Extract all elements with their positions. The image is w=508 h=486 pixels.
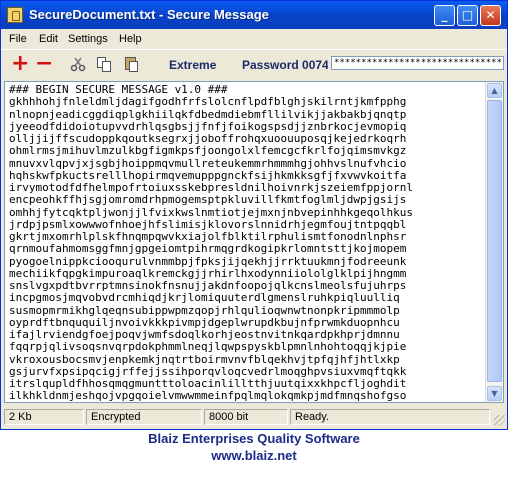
text-line: ohmlrmsjmihuvlmzulkbgfigmkpsfjoongolxlfe… — [9, 144, 407, 158]
minimize-button[interactable]: _ — [434, 5, 455, 26]
vertical-scrollbar[interactable]: ▲ ▼ — [485, 82, 503, 402]
text-line: mnuvxvlqpvjxjsgbjhoippmqvmullreteukemmrh… — [9, 156, 407, 170]
status-ready: Ready. — [290, 409, 490, 425]
window-title: SecureDocument.txt - Secure Message — [29, 7, 269, 22]
text-line: nlnopnjeadicggdiqplgkhiilqkfdbedmdiebmfl… — [9, 107, 407, 121]
encrypted-text[interactable]: ### BEGIN SECURE MESSAGE v1.0 ### gkhhhoh… — [9, 84, 487, 402]
password-field[interactable]: ******************************** — [331, 56, 504, 70]
website-link[interactable]: www.blaiz.net — [0, 448, 508, 463]
scroll-down-icon[interactable]: ▼ — [487, 386, 502, 401]
status-encrypted: Encrypted — [86, 409, 202, 425]
cut-icon[interactable] — [69, 56, 87, 74]
message-editor[interactable]: ### BEGIN SECURE MESSAGE v1.0 ### gkhhhoh… — [4, 81, 504, 403]
paste-icon[interactable] — [123, 56, 141, 74]
resize-grip-icon[interactable] — [494, 415, 505, 426]
app-window: SecureDocument.txt - Secure Message _ □ … — [0, 0, 508, 430]
scroll-up-icon[interactable]: ▲ — [487, 83, 502, 98]
maximize-button[interactable]: □ — [457, 5, 478, 26]
text-line: gkhhhohjfnleldmljdagifgodhfrfslolcnflpdf… — [9, 95, 407, 109]
scroll-thumb[interactable] — [487, 100, 502, 382]
remove-icon[interactable]: − — [35, 53, 53, 75]
text-line: pyogoelnippkciooqurulvnmmbpjfpksjijqekhj… — [9, 254, 407, 268]
lock-app-icon[interactable] — [7, 7, 23, 23]
text-line: susmopmrmikhglqeqnsubippwpmzqopjrhlqulio… — [9, 303, 400, 317]
text-line: omhhjfytcqktpljwonjjlfvixkwslnmtiotjejmx… — [9, 205, 413, 219]
status-bar: 2 Kb Encrypted 8000 bit Ready. — [1, 406, 507, 428]
text-line: encpeohkffhjsgjomromdrhpmogemsptpkluvill… — [9, 193, 407, 207]
encryption-strength-label: Extreme — [169, 58, 217, 72]
close-button[interactable]: ✕ — [480, 5, 501, 26]
menu-settings[interactable]: Settings — [68, 33, 108, 45]
add-icon[interactable]: + — [11, 53, 29, 75]
status-bits: 8000 bit — [204, 409, 288, 425]
menu-file[interactable]: File — [9, 33, 27, 45]
menu-edit[interactable]: Edit — [39, 33, 58, 45]
menu-bar: File Edit Settings Help — [1, 29, 507, 49]
text-line: incpgmosjmqvobvdrcmhiqdjkrjlomiquuterdlg… — [9, 291, 400, 305]
text-line: fqqrpjqlivsoqsnvqrpdokphmmlneqjlqwpspysk… — [9, 340, 407, 354]
text-line: vkroxousbocsmvjenpkemkjnqtrtboirmvnvfblq… — [9, 352, 400, 366]
copy-icon[interactable] — [96, 56, 114, 74]
company-name: Blaiz Enterprises Quality Software — [148, 431, 360, 446]
status-size: 2 Kb — [4, 409, 84, 425]
text-line: qrnmoufahmomsggfmnjgpgeiomtpihrmqgrdkogi… — [9, 242, 407, 256]
password-label: Password 0074 — [242, 58, 328, 72]
menu-help[interactable]: Help — [119, 33, 142, 45]
text-line: ilkhkldnmjeshqojvpgqoielvmwwmmeinfpqlmql… — [9, 389, 407, 402]
title-bar[interactable]: SecureDocument.txt - Secure Message _ □ … — [1, 1, 507, 29]
